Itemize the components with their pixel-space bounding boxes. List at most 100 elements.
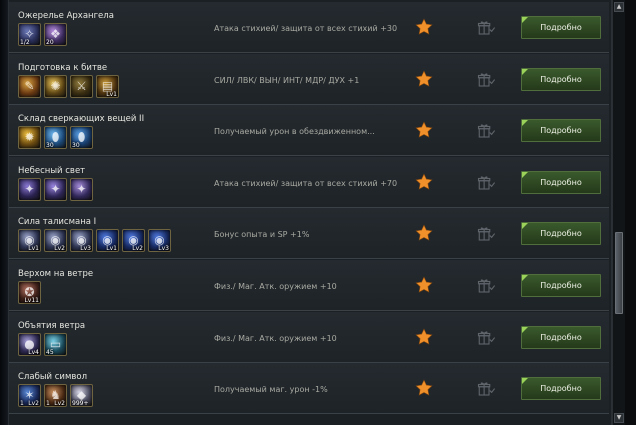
favorite-star-icon[interactable]: [415, 224, 433, 242]
item-level-badge: Lv1: [28, 245, 39, 253]
item-level-badge: Lv2: [54, 245, 65, 253]
gift-icon[interactable]: [477, 174, 495, 192]
armor-icon[interactable]: ⚔: [70, 74, 93, 98]
details-button[interactable]: Подробно: [521, 377, 601, 401]
item-glyph: ✦: [24, 181, 35, 196]
item-level-badge: Lv3: [80, 245, 91, 253]
talisman-icon[interactable]: ◉ Lv2: [44, 229, 67, 253]
gift-icon[interactable]: [477, 380, 495, 398]
item-quantity: 20: [46, 39, 54, 46]
button-corner-marker: [522, 223, 528, 230]
item-slots: ● Lv4 ▭ 45: [18, 332, 67, 357]
gem-cluster-icon[interactable]: ❖ 20: [44, 23, 67, 46]
gift-icon[interactable]: [477, 329, 495, 347]
item-glyph: ✎: [24, 78, 35, 93]
blue-talisman-icon[interactable]: ◉ Lv2: [122, 229, 145, 253]
collection-row: Слабый символ ✶ 1 Lv2 ♞ 1 Lv2 ◆ 999+ Получаемый м…: [9, 363, 609, 415]
collection-name: Объятия ветра: [18, 320, 86, 331]
talisman-icon[interactable]: ◉ Lv3: [70, 229, 93, 253]
details-button-label: Подробно: [540, 281, 582, 290]
collection-name: Слабый символ: [18, 372, 88, 383]
crystal-icon[interactable]: ✦: [70, 177, 93, 201]
blue-talisman-icon[interactable]: ◉ Lv3: [148, 229, 171, 253]
gift-icon[interactable]: [477, 225, 495, 243]
item-slots: ✹ ⬮ 30 ⬮ 30: [18, 126, 93, 150]
scroll-up-arrow-icon[interactable]: ▲: [614, 2, 624, 12]
warrior-icon[interactable]: ♞ 1 Lv2: [44, 384, 67, 408]
gift-icon[interactable]: [477, 122, 495, 140]
favorite-star-icon[interactable]: [415, 173, 433, 191]
collection-name: Верхом на ветре: [18, 269, 94, 279]
favorite-star-icon[interactable]: [415, 70, 433, 88]
favorite-star-icon[interactable]: [415, 18, 433, 36]
collection-effect: Физ./ Маг. Атк. оружием +10: [214, 333, 337, 343]
item-quantity: 999+: [72, 400, 89, 408]
box-icon[interactable]: ▭ 45: [44, 332, 67, 356]
button-corner-marker: [522, 68, 528, 75]
shard-icon[interactable]: ◆ 999+: [70, 384, 93, 408]
item-level-badge: Lv11: [24, 297, 39, 304]
medal-icon[interactable]: ✺: [44, 74, 67, 98]
collection-name: Подготовка к битве: [18, 62, 108, 73]
collection-row: Склад сверкающих вещей II ✹ ⬮ 30 ⬮ 30 Получаем…: [9, 105, 609, 157]
item-glyph: ⚔: [76, 78, 87, 93]
scroll-down-arrow-icon[interactable]: ▼: [614, 413, 624, 423]
necklace-icon[interactable]: ✧ 1/2: [18, 23, 41, 46]
details-button[interactable]: Подробно: [521, 16, 601, 39]
button-corner-marker: [522, 17, 528, 23]
item-level-badge: Lv2: [28, 400, 39, 408]
details-button-label: Подробно: [540, 177, 582, 187]
collection-effect: Получаемый маг. урон -1%: [214, 385, 328, 395]
item-slots: ◉ Lv1 ◉ Lv2 ◉ Lv3 ◉ Lv1 ◉ Lv2 ◉ Lv3: [18, 229, 171, 253]
details-button-label: Подробно: [540, 23, 582, 32]
crystal-icon[interactable]: ✦: [18, 177, 41, 201]
sun-medal-icon[interactable]: ✹: [18, 126, 41, 150]
item-quantity: 1: [20, 400, 24, 408]
button-corner-marker: [522, 120, 528, 127]
button-corner-marker: [522, 378, 528, 385]
scroll-thumb[interactable]: [615, 232, 623, 314]
collection-name: Склад сверкающих вещей II: [18, 114, 145, 125]
list-scrollbar[interactable]: ▲ ▼: [612, 0, 625, 425]
details-button-label: Подробно: [540, 126, 582, 136]
item-quantity: 30: [46, 142, 54, 150]
gift-icon[interactable]: [477, 71, 495, 89]
details-button[interactable]: Подробно: [521, 325, 601, 349]
button-corner-marker: [522, 326, 528, 333]
favorite-star-icon[interactable]: [415, 121, 433, 139]
details-button[interactable]: Подробно: [521, 222, 601, 246]
item-quantity: 45: [46, 348, 54, 356]
sigil-icon[interactable]: ✶ 1 Lv2: [18, 384, 41, 408]
item-level-badge: Lv3: [158, 245, 169, 253]
collection-effect: Атака стихией/ защита от всех стихий +30: [214, 24, 398, 33]
talisman-icon[interactable]: ◉ Lv1: [18, 229, 41, 253]
item-quantity: 1: [46, 400, 50, 408]
favorite-star-icon[interactable]: [415, 328, 433, 346]
collection-row: Объятия ветра ● Lv4 ▭ 45 Физ./ Маг. Атк. оруж…: [9, 311, 609, 363]
favorite-star-icon[interactable]: [415, 379, 433, 397]
favorite-star-icon[interactable]: [415, 276, 433, 294]
details-button[interactable]: Подробно: [521, 170, 601, 194]
gift-icon[interactable]: [477, 19, 495, 37]
rune-icon[interactable]: ✪ Lv11: [18, 281, 41, 304]
item-slots: ✦ ✦ ✦: [18, 177, 93, 202]
scroll-icon[interactable]: ✎: [18, 74, 41, 98]
details-button[interactable]: Подробно: [521, 67, 601, 91]
blue-egg-icon[interactable]: ⬮ 30: [44, 126, 67, 150]
collection-effect: Бонус опыта и SP +1%: [214, 230, 310, 240]
gift-icon[interactable]: [477, 277, 495, 295]
details-button[interactable]: Подробно: [521, 274, 601, 297]
details-button[interactable]: Подробно: [521, 119, 601, 143]
crystal-icon[interactable]: ✦: [44, 177, 67, 201]
blue-egg-icon[interactable]: ⬮ 30: [70, 126, 93, 150]
collection-row: Ожерелье Архангела ✧ 1/2 ❖ 20 Атака стихией/ …: [9, 2, 609, 53]
item-glyph: ✦: [76, 181, 87, 196]
blue-talisman-icon[interactable]: ◉ Lv1: [96, 229, 119, 253]
collection-name: Небесный свет: [18, 165, 86, 176]
item-slots: ✪ Lv11: [18, 281, 41, 305]
window-edge: [624, 0, 636, 425]
item-level-badge: Lv4: [28, 348, 39, 356]
orb-icon[interactable]: ● Lv4: [18, 332, 41, 356]
details-button-label: Подробно: [540, 332, 582, 342]
book-icon[interactable]: ▤ Lv1: [96, 74, 119, 98]
